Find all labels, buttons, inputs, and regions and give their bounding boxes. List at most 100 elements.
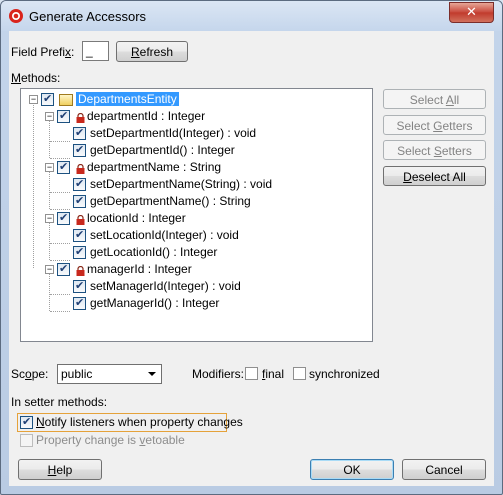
- tree-method-label[interactable]: setDepartmentId(Integer) : void: [90, 126, 256, 140]
- vetoable-checkbox[interactable]: [20, 434, 33, 447]
- select-setters-mnemonic: S: [433, 144, 442, 158]
- tree-connector: [50, 209, 70, 210]
- tree-collapse-toggle[interactable]: −: [45, 112, 54, 121]
- synchronized-checkbox[interactable]: [293, 367, 306, 380]
- tree-checkbox-field[interactable]: [57, 262, 70, 276]
- tree-checkbox-method[interactable]: [73, 245, 86, 259]
- tree-checkbox-method[interactable]: [73, 126, 86, 140]
- tree-collapse-toggle[interactable]: −: [45, 265, 54, 274]
- vetoable-label-text: Property change is: [36, 433, 140, 447]
- tree-connector: [49, 273, 50, 311]
- select-getters-label-rest: etters: [442, 119, 473, 133]
- close-icon: ✕: [466, 4, 477, 19]
- tree-checkbox-method[interactable]: [73, 177, 86, 191]
- select-setters-label-rest: etters: [441, 144, 472, 158]
- select-getters-button[interactable]: Select Getters: [383, 115, 486, 135]
- dialog-content: Field Prefix: _ Refresh Methods: − Depa: [9, 31, 494, 486]
- chevron-down-icon: [148, 372, 156, 376]
- tree-method-label[interactable]: setLocationId(Integer) : void: [90, 228, 239, 242]
- field-prefix-label: Field Prefix:: [11, 45, 74, 59]
- tree-connector: [49, 171, 50, 209]
- tree-root-label[interactable]: DepartmentsEntity: [76, 92, 179, 106]
- tree-collapse-toggle[interactable]: −: [29, 95, 38, 104]
- methods-label: Methods:: [11, 71, 60, 85]
- tree-method-label[interactable]: setDepartmentName(String) : void: [90, 177, 272, 191]
- window-title: Generate Accessors: [29, 9, 147, 24]
- select-setters-button[interactable]: Select Setters: [383, 140, 486, 160]
- final-label-rest: inal: [265, 367, 285, 381]
- tree-method-label[interactable]: setManagerId(Integer) : void: [90, 279, 241, 293]
- notify-mnemonic: N: [36, 415, 45, 429]
- field-prefix-colon: :: [71, 45, 75, 59]
- scope-label-text: Sc: [11, 367, 26, 381]
- class-icon: [59, 94, 73, 106]
- tree-connector: [49, 222, 50, 260]
- tree-connector: [33, 103, 34, 268]
- tree-method-label[interactable]: getDepartmentName() : String: [90, 194, 251, 208]
- tree-field-label[interactable]: locationId : Integer: [87, 211, 186, 225]
- tree-checkbox-method[interactable]: [73, 279, 86, 293]
- select-setters-label: Select: [397, 144, 434, 158]
- tree-checkbox-field[interactable]: [57, 109, 70, 123]
- select-all-button[interactable]: Select All: [383, 89, 486, 109]
- dialog-window: Generate Accessors ✕ Field Prefix: _ Ref…: [0, 0, 503, 495]
- select-getters-mnemonic: G: [433, 119, 443, 133]
- final-label[interactable]: final: [262, 367, 284, 381]
- lock-icon: [76, 215, 85, 225]
- refresh-mnemonic: R: [130, 45, 140, 59]
- tree-checkbox-method[interactable]: [73, 143, 86, 157]
- refresh-label: efresh: [139, 45, 174, 59]
- ok-button[interactable]: OK: [310, 459, 394, 480]
- cancel-button[interactable]: Cancel: [402, 459, 486, 480]
- scope-label: Scope:: [11, 367, 48, 381]
- tree-collapse-toggle[interactable]: −: [45, 163, 54, 172]
- tree-connector: [50, 260, 70, 261]
- close-button[interactable]: ✕: [449, 2, 494, 23]
- scope-label-rest: pe:: [31, 367, 49, 381]
- help-label: elp: [56, 463, 73, 477]
- refresh-button[interactable]: Refresh: [116, 41, 188, 62]
- tree-connector: [50, 311, 70, 312]
- help-button[interactable]: Help: [18, 459, 102, 480]
- tree-connector: [50, 192, 70, 193]
- synchronized-label[interactable]: synchronized: [309, 367, 380, 381]
- app-logo-icon: [9, 9, 23, 23]
- field-prefix-input[interactable]: _: [82, 41, 109, 61]
- notify-label-rest: otify listeners when property changes: [44, 415, 243, 429]
- deselect-all-button[interactable]: Deselect All: [383, 166, 486, 186]
- final-checkbox[interactable]: [245, 367, 258, 380]
- tree-method-label[interactable]: getDepartmentId() : Integer: [90, 143, 235, 157]
- tree-checkbox-method[interactable]: [73, 296, 86, 310]
- lock-icon: [76, 266, 85, 276]
- modifiers-label: Modifiers:: [192, 367, 245, 381]
- methods-label-text: ethods:: [21, 71, 61, 85]
- lock-icon: [76, 113, 85, 123]
- field-prefix-label-text: Field Prefi: [11, 45, 66, 59]
- setter-methods-heading: In setter methods:: [11, 395, 108, 409]
- tree-checkbox-method[interactable]: [73, 194, 86, 208]
- notify-listeners-checkbox[interactable]: [20, 415, 33, 429]
- lock-icon: [76, 164, 85, 174]
- tree-checkbox-method[interactable]: [73, 228, 86, 242]
- notify-listeners-label[interactable]: Notify listeners when property changes: [36, 415, 243, 429]
- tree-field-label[interactable]: departmentId : Integer: [87, 109, 205, 123]
- tree-method-label[interactable]: getLocationId() : Integer: [90, 245, 217, 259]
- tree-connector: [50, 158, 70, 159]
- scope-select-value: public: [61, 367, 93, 381]
- scope-select[interactable]: public: [57, 364, 162, 384]
- tree-collapse-toggle[interactable]: −: [45, 214, 54, 223]
- title-bar[interactable]: Generate Accessors ✕: [1, 1, 502, 31]
- tree-checkbox-field[interactable]: [57, 160, 70, 174]
- tree-checkbox-field[interactable]: [57, 211, 70, 225]
- deselect-all-mnemonic: D: [403, 170, 412, 184]
- tree-connector: [50, 294, 70, 295]
- tree-field-label[interactable]: departmentName : String: [87, 160, 221, 174]
- tree-field-label[interactable]: managerId : Integer: [87, 262, 192, 276]
- tree-method-label[interactable]: getManagerId() : Integer: [90, 296, 219, 310]
- tree-connector: [50, 141, 70, 142]
- methods-mnemonic: M: [11, 71, 21, 85]
- methods-tree[interactable]: − DepartmentsEntity − departmentId : Int…: [20, 88, 373, 342]
- tree-checkbox-root[interactable]: [41, 92, 54, 106]
- select-all-mnemonic: A: [445, 93, 454, 107]
- deselect-all-label: eselect All: [411, 170, 466, 184]
